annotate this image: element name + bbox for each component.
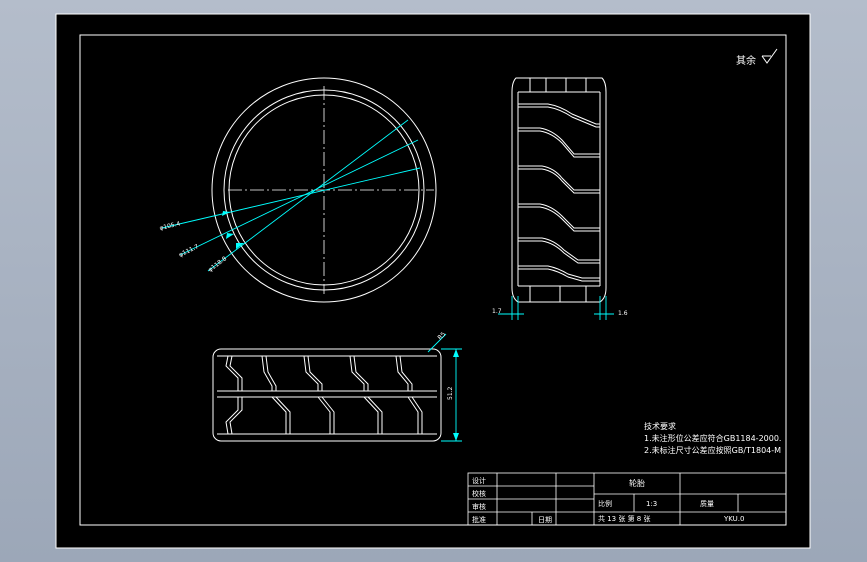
tb-date-label: 日期 [538, 516, 552, 524]
dim-height: 51.2 [447, 386, 454, 400]
roughness-note: 其余 [736, 54, 756, 67]
tech-requirement-2: 2.未标注尺寸公差应按照GB/T1804-M [644, 445, 781, 455]
drawing-sheet [55, 13, 811, 549]
tb-review-label: 审核 [472, 502, 486, 511]
tb-scale-value: 1:3 [646, 500, 657, 508]
viewport-background: 其余 φ105.4 φ111.7 φ118.8 1.7 1.6 51.2 R5 … [0, 0, 867, 562]
tech-requirement-1: 1.未注形位公差应符合GB1184-2000. [644, 433, 781, 443]
cad-drawing-canvas[interactable]: 其余 φ105.4 φ111.7 φ118.8 1.7 1.6 51.2 R5 … [0, 0, 867, 562]
dim-width-left: 1.7 [492, 308, 502, 315]
tb-scale-label: 比例 [598, 499, 612, 508]
tb-design-label: 设计 [472, 476, 486, 485]
dim-width-right: 1.6 [618, 310, 628, 317]
tech-requirements-title: 技术要求 [644, 421, 676, 431]
tb-approve-label: 批准 [472, 515, 486, 524]
tb-sheet-info: 共 13 张 第 8 张 [598, 514, 651, 523]
tb-material: YKU.0 [723, 515, 744, 523]
tb-weight-label: 质量 [700, 499, 714, 508]
tb-check-label: 校核 [472, 489, 486, 498]
tb-part-name: 轮胎 [629, 478, 645, 488]
